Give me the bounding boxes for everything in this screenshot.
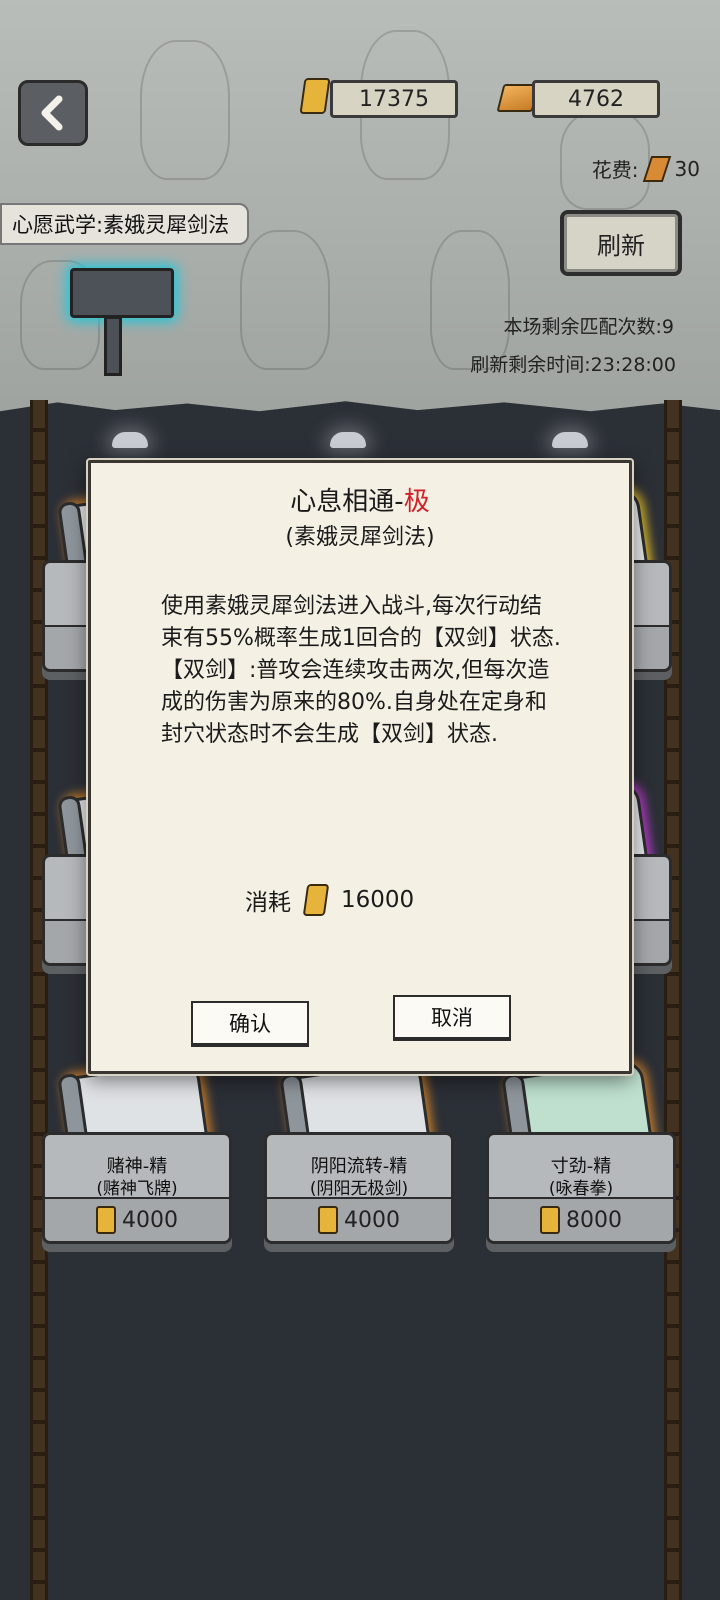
- cost-label: 消耗: [245, 890, 291, 916]
- confirm-button[interactable]: 确认: [191, 1001, 309, 1047]
- scroll-currency-icon: [302, 884, 330, 916]
- dialog-title-grade: 极: [403, 487, 430, 517]
- dialog-title-main: 心息相通-: [290, 487, 404, 517]
- dialog-cost: 消耗 16000: [245, 883, 414, 917]
- dialog-description: 使用素娥灵犀剑法进入战斗,每次行动结束有55%概率生成1回合的【双剑】状态.【双…: [161, 594, 561, 747]
- cancel-button[interactable]: 取消: [393, 995, 511, 1041]
- cost-value: 16000: [341, 887, 415, 913]
- dialog-subtitle: (素娥灵犀剑法): [285, 525, 435, 550]
- purchase-dialog: 心息相通-极 (素娥灵犀剑法) 使用素娥灵犀剑法进入战斗,每次行动结束有55%概…: [88, 460, 632, 1074]
- dialog-title: 心息相通-极: [91, 481, 629, 518]
